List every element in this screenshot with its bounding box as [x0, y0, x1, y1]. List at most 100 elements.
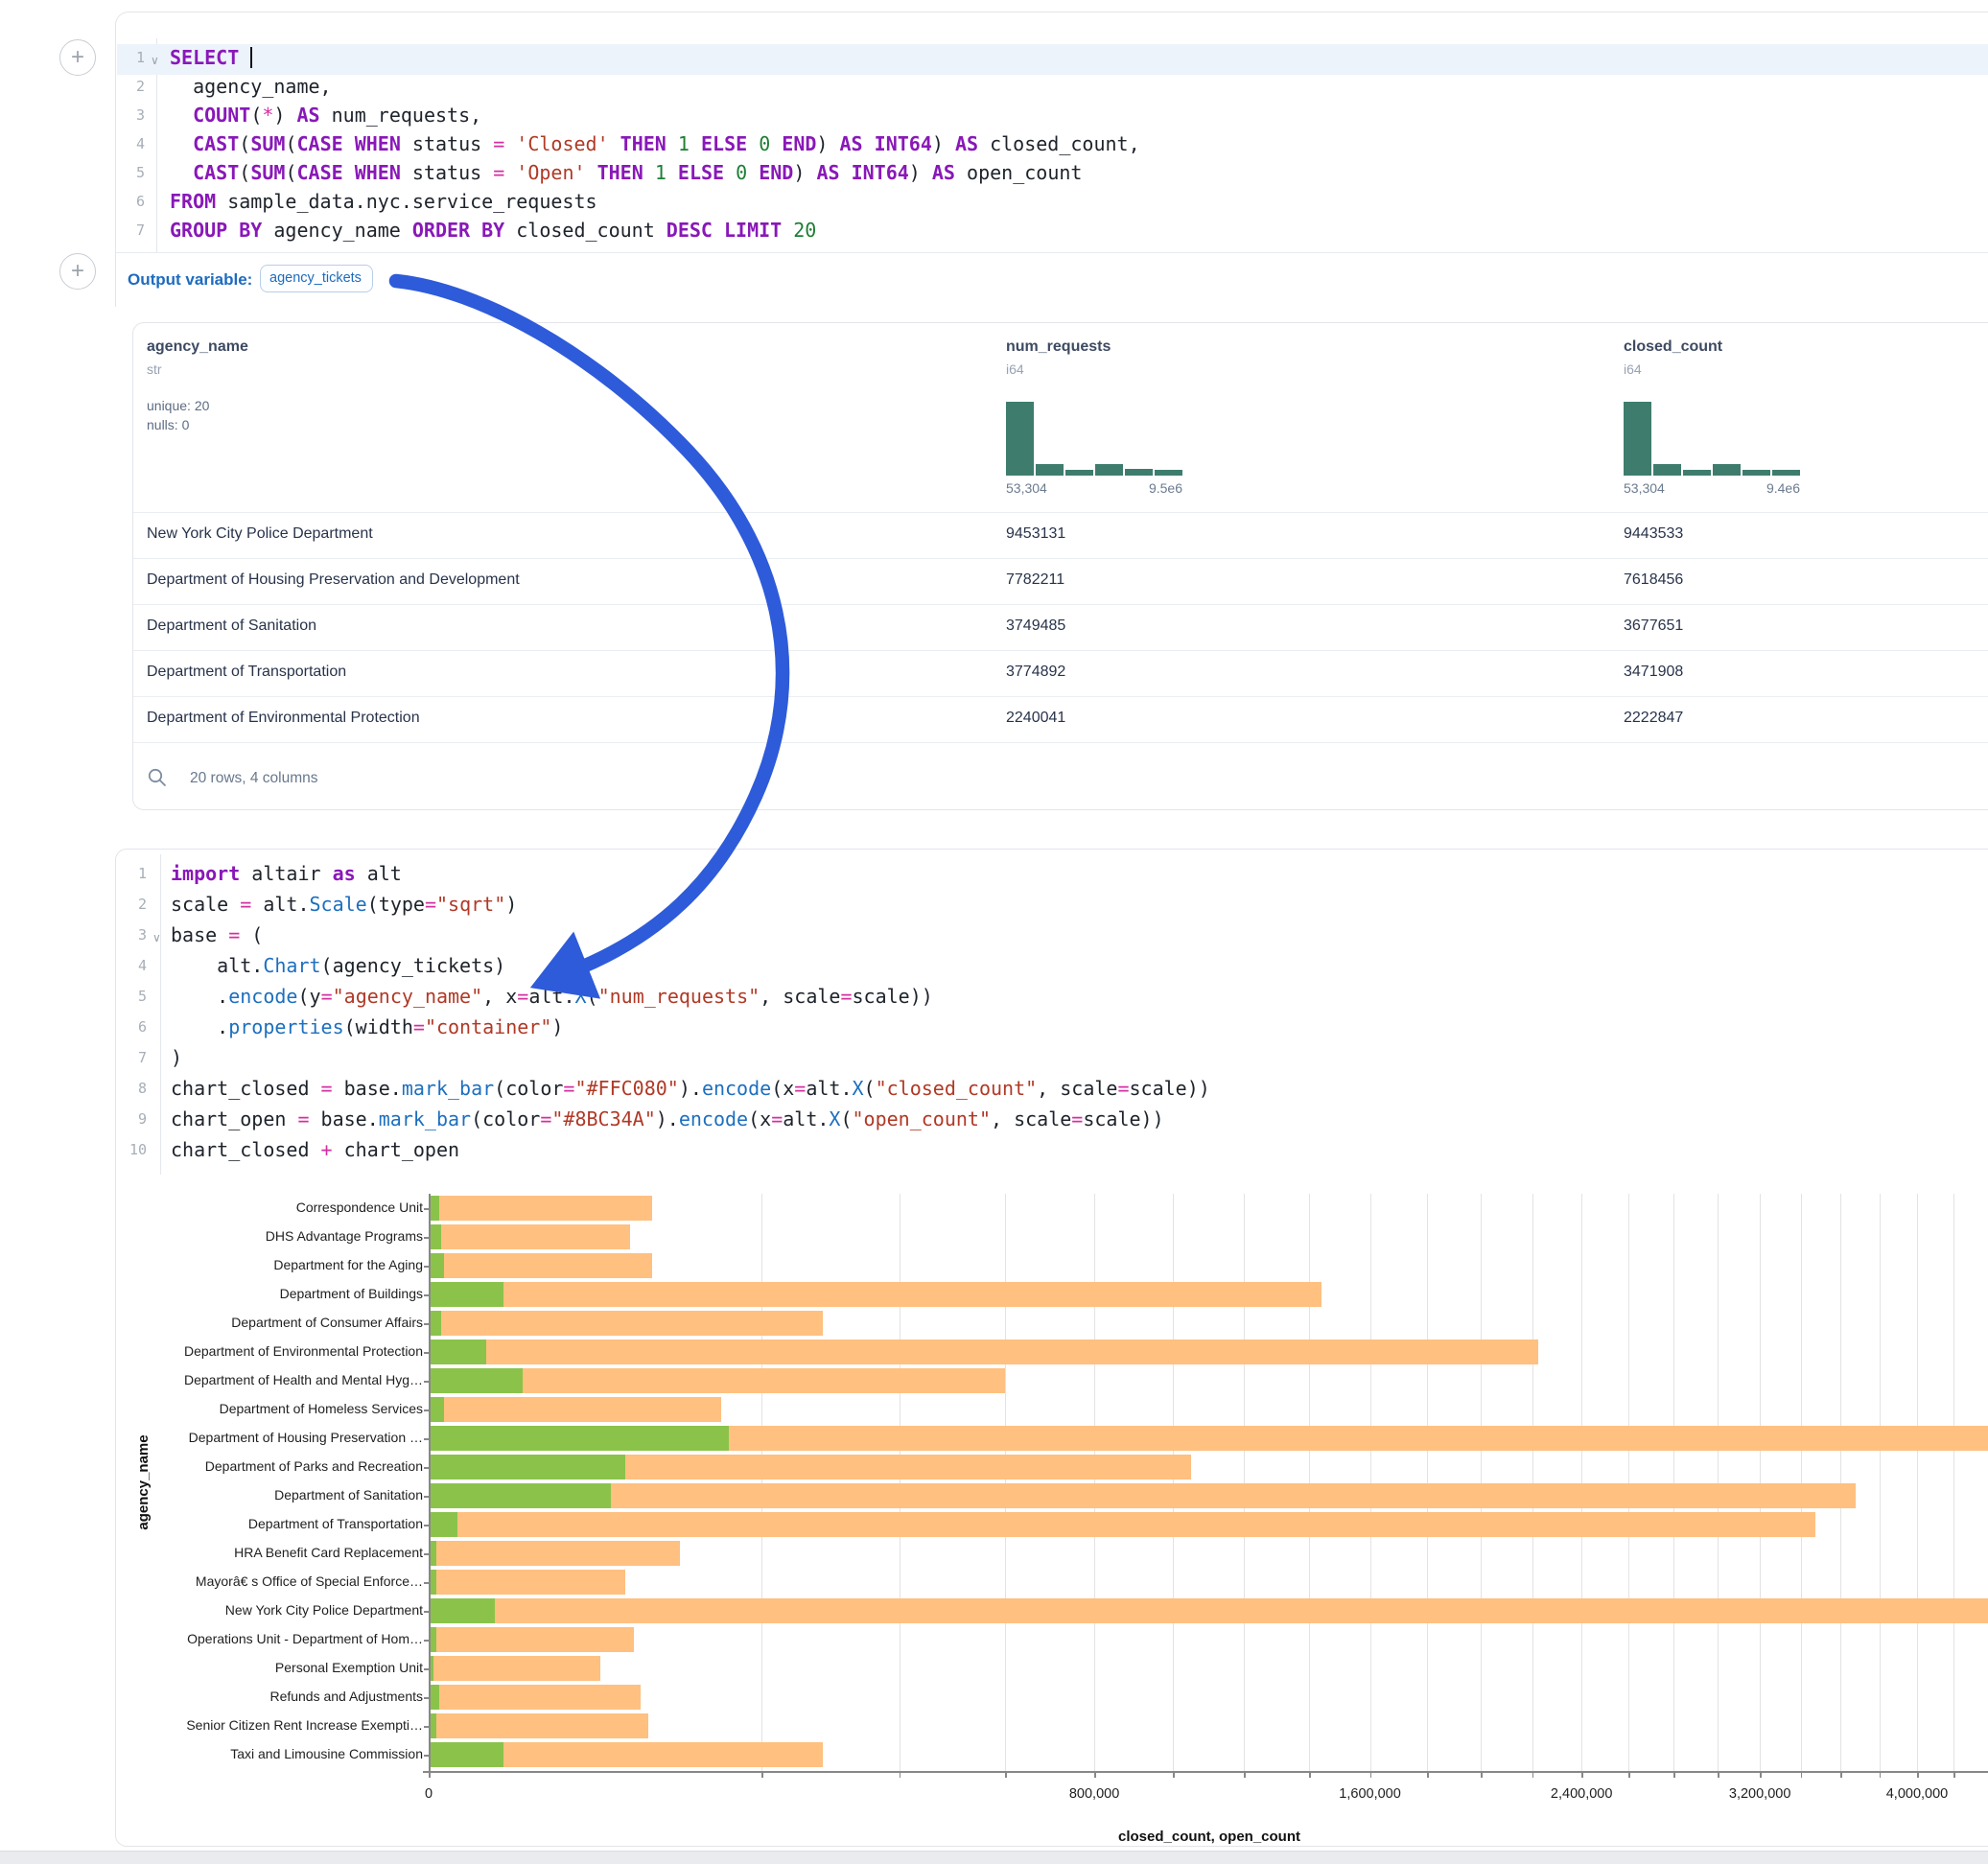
line-number: 9 [114, 1110, 147, 1128]
code-line[interactable]: CAST(SUM(CASE WHEN status = 'Closed' THE… [170, 132, 1988, 161]
y-axis-title: agency_name [135, 1396, 154, 1569]
code-line[interactable]: agency_name, [170, 75, 1988, 104]
code-line[interactable]: scale = alt.Scale(type="sqrt") [171, 893, 1988, 923]
table-cell[interactable]: 7782211 [1006, 571, 1064, 589]
search-icon[interactable] [147, 767, 168, 788]
table-summary: 20 rows, 4 columns [190, 770, 318, 787]
table-cell[interactable]: 9453131 [1006, 525, 1065, 543]
code-line[interactable]: ) [171, 1046, 1988, 1077]
bar-closed [429, 1340, 1538, 1364]
gridline [1581, 1194, 1582, 1771]
next-cell-edge [0, 1851, 1988, 1864]
table-cell[interactable]: 3677651 [1624, 617, 1683, 635]
column-header-closed_count[interactable]: closed_count [1624, 338, 1722, 356]
line-number: 4 [112, 135, 145, 152]
bar-closed [429, 1397, 721, 1422]
table-row[interactable]: Department of Sanitation 3749485 3677651 [133, 604, 1988, 650]
table-cell[interactable]: 7618456 [1624, 571, 1683, 589]
table-cell[interactable]: 2240041 [1006, 710, 1065, 727]
code-line[interactable]: COUNT(*) AS num_requests, [170, 104, 1988, 132]
collapse-line-icon[interactable]: ∨ [152, 931, 161, 944]
gridline [1840, 1194, 1841, 1771]
line-number: 1 [112, 49, 145, 66]
sql-cell: SELECT 1 ∨ agency_name, 2 COUNT(*) AS num_… [115, 12, 1988, 307]
column-histogram [1624, 402, 1800, 476]
y-category-label: DHS Advantage Programs [116, 1228, 423, 1244]
y-category-label: Operations Unit - Department of Hom… [116, 1631, 423, 1646]
add-cell-button-middle[interactable]: + [59, 253, 96, 290]
bar-closed [429, 1224, 630, 1249]
code-line[interactable]: base = ( [171, 923, 1988, 954]
table-cell[interactable]: 2222847 [1624, 710, 1683, 727]
line-number: 4 [114, 957, 147, 974]
table-row[interactable]: New York City Police Department 9453131 94… [133, 512, 1988, 558]
code-line[interactable]: import altair as alt [171, 862, 1988, 893]
column-header-agency_name[interactable]: agency_name [147, 338, 248, 356]
line-number: 5 [114, 988, 147, 1005]
code-line[interactable]: chart_closed = base.mark_bar(color="#FFC… [171, 1077, 1988, 1107]
code-line[interactable]: FROM sample_data.nyc.service_requests [170, 190, 1988, 219]
collapse-line-icon[interactable]: ∨ [151, 54, 159, 67]
code-line[interactable]: .encode(y="agency_name", x=alt.X("num_re… [171, 985, 1988, 1015]
python-cell: import altair as alt1scale = alt.Scale(t… [115, 849, 1988, 1847]
bar-closed [429, 1541, 680, 1566]
code-line[interactable]: alt.Chart(agency_tickets) [171, 954, 1988, 985]
table-cell[interactable]: 3749485 [1006, 617, 1065, 635]
gridline [1718, 1194, 1719, 1771]
bar-closed [429, 1685, 641, 1710]
bar-open [429, 1483, 611, 1508]
x-tick-label: 4,000,000 [1859, 1786, 1975, 1802]
histogram-bar [1155, 470, 1182, 476]
bar-closed [429, 1483, 1856, 1508]
add-cell-button-top[interactable]: + [59, 39, 96, 76]
bar-open [429, 1253, 444, 1278]
table-row[interactable]: Department of Housing Preservation and D… [133, 558, 1988, 604]
table-cell[interactable]: 3471908 [1624, 664, 1683, 681]
output-variable-pill[interactable]: agency_tickets [260, 265, 373, 292]
code-line[interactable]: GROUP BY agency_name ORDER BY closed_cou… [170, 219, 1988, 247]
histogram-bar [1683, 470, 1711, 476]
cell-divider [116, 252, 1988, 253]
gridline [1427, 1194, 1428, 1771]
row-divider [133, 742, 1988, 743]
y-axis-line [429, 1194, 431, 1771]
table-cell[interactable]: 3774892 [1006, 664, 1065, 681]
column-histogram [1006, 402, 1182, 476]
code-line[interactable]: .properties(width="container") [171, 1015, 1988, 1046]
bar-open [429, 1196, 439, 1221]
code-line[interactable]: CAST(SUM(CASE WHEN status = 'Open' THEN … [170, 161, 1988, 190]
histogram-bar [1713, 464, 1741, 476]
line-number: 7 [112, 221, 145, 239]
histogram-bar [1036, 464, 1064, 476]
table-cell[interactable]: Department of Transportation [147, 664, 346, 681]
notebook-page: + + SELECT 1 ∨ agency_name, 2 COUNT(*) AS … [0, 0, 1988, 1864]
gridline [1173, 1194, 1174, 1771]
bar-open [429, 1455, 625, 1480]
bar-closed [429, 1627, 634, 1652]
y-category-label: New York City Police Department [116, 1602, 423, 1618]
column-type: i64 [1006, 361, 1024, 377]
y-category-label: Department of Health and Mental Hyg… [116, 1372, 423, 1387]
code-line[interactable]: chart_open = base.mark_bar(color="#8BC34… [171, 1107, 1988, 1138]
table-cell[interactable]: Department of Environmental Protection [147, 710, 420, 727]
table-row[interactable]: Department of Transportation 3774892 34719… [133, 650, 1988, 696]
histogram-bar [1742, 470, 1770, 476]
table-cell[interactable]: 9443533 [1624, 525, 1683, 543]
line-number: 2 [114, 896, 147, 913]
y-category-label: Department of Homeless Services [116, 1401, 423, 1416]
table-cell[interactable]: Department of Housing Preservation and D… [147, 571, 520, 589]
code-line[interactable]: SELECT [170, 46, 1988, 75]
column-stat: unique: 20 [147, 398, 209, 413]
bar-open [429, 1368, 523, 1393]
text-caret [250, 47, 252, 68]
table-cell[interactable]: New York City Police Department [147, 525, 373, 543]
bar-open [429, 1311, 441, 1336]
table-row[interactable]: Department of Environmental Protection 22… [133, 696, 1988, 742]
y-category-label: Department of Parks and Recreation [116, 1458, 423, 1474]
bar-closed [429, 1311, 823, 1336]
table-cell[interactable]: Department of Sanitation [147, 617, 316, 635]
y-category-label: Department of Consumer Affairs [116, 1315, 423, 1330]
code-line[interactable]: chart_closed + chart_open [171, 1138, 1988, 1169]
line-number: 2 [112, 78, 145, 95]
column-header-num_requests[interactable]: num_requests [1006, 338, 1111, 356]
